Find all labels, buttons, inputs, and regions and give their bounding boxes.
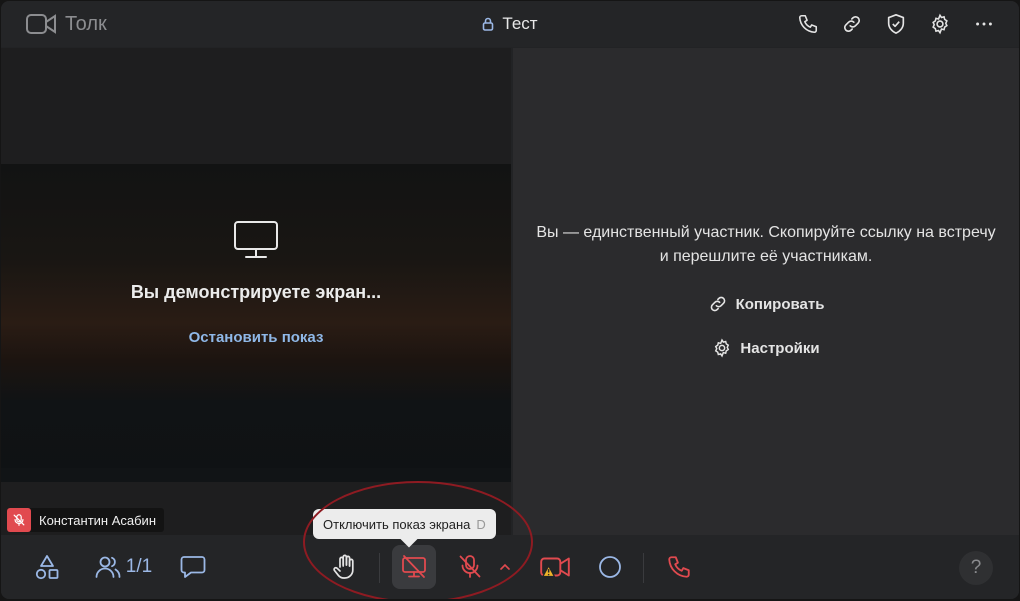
video-camera-icon bbox=[26, 14, 56, 34]
phone-hangup-icon bbox=[668, 556, 690, 578]
invite-panel: Вы — единственный участник. Скопируйте с… bbox=[513, 48, 1019, 535]
record-button[interactable] bbox=[593, 545, 627, 589]
mic-off-icon bbox=[13, 514, 25, 526]
screen-share-off-icon bbox=[402, 555, 426, 578]
toolbar-separator bbox=[379, 553, 380, 583]
app-brand: Толк bbox=[25, 13, 107, 36]
meeting-window: Толк Тест Вы демонстрируете экран... Ост… bbox=[1, 1, 1019, 599]
chat-icon bbox=[180, 556, 206, 578]
security-button[interactable] bbox=[879, 7, 913, 41]
gear-icon bbox=[932, 13, 948, 35]
participants-button[interactable]: 1/1 bbox=[87, 545, 159, 589]
mic-off-icon bbox=[459, 555, 481, 578]
participants-count: 1/1 bbox=[125, 556, 153, 577]
toolbar-separator bbox=[643, 553, 644, 583]
toggle-screen-share-button[interactable] bbox=[392, 545, 436, 589]
alone-message: Вы — единственный участник. Скопируйте с… bbox=[536, 224, 996, 265]
camera-warning-icon bbox=[540, 557, 570, 578]
settings-label: Настройки bbox=[740, 339, 820, 357]
phone-icon bbox=[798, 14, 818, 34]
header-actions bbox=[791, 7, 1001, 41]
raise-hand-button[interactable] bbox=[327, 545, 363, 589]
gear-icon bbox=[715, 338, 730, 358]
participant-name: Константин Асабин bbox=[39, 512, 156, 528]
chat-button[interactable] bbox=[175, 545, 211, 589]
meeting-title[interactable]: Тест bbox=[502, 14, 537, 34]
mic-muted-badge bbox=[7, 508, 31, 532]
header: Толк Тест bbox=[1, 1, 1019, 47]
link-icon bbox=[843, 15, 861, 33]
shield-check-icon bbox=[887, 14, 905, 34]
more-icon bbox=[976, 22, 992, 26]
settings-action[interactable]: Настройки bbox=[712, 338, 820, 358]
copy-link-button[interactable] bbox=[835, 7, 869, 41]
stop-share-link[interactable]: Остановить показ bbox=[189, 329, 324, 346]
help-button[interactable]: ? bbox=[959, 551, 993, 585]
chevron-up-icon bbox=[500, 563, 510, 570]
participant-name-tag: Константин Асабин bbox=[7, 508, 164, 532]
apps-button[interactable] bbox=[29, 545, 65, 589]
settings-button[interactable] bbox=[923, 7, 957, 41]
leave-call-button[interactable] bbox=[661, 545, 697, 589]
people-icon bbox=[95, 556, 121, 578]
copy-link-action[interactable]: Копировать bbox=[708, 294, 825, 314]
tooltip-shortcut: D bbox=[476, 516, 486, 532]
camera-button[interactable] bbox=[535, 545, 575, 589]
call-button[interactable] bbox=[791, 7, 825, 41]
copy-link-label: Копировать bbox=[735, 295, 825, 313]
monitor-icon bbox=[234, 221, 278, 258]
tooltip-text: Отключить показ экрана bbox=[323, 516, 471, 532]
microphone-button[interactable] bbox=[453, 545, 487, 589]
screen-share-pane: Вы демонстрируете экран... Остановить по… bbox=[1, 48, 511, 535]
share-overlay: Вы демонстрируете экран... Остановить по… bbox=[1, 48, 511, 535]
hand-icon bbox=[333, 554, 354, 579]
more-button[interactable] bbox=[967, 7, 1001, 41]
link-icon bbox=[710, 296, 725, 312]
share-status-text: Вы демонстрируете экран... bbox=[130, 282, 382, 302]
bottom-toolbar: 1/1 ? bbox=[1, 535, 1019, 599]
record-icon bbox=[599, 556, 621, 578]
microphone-options-button[interactable] bbox=[495, 545, 515, 589]
shapes-icon bbox=[35, 555, 59, 580]
app-name: Толк bbox=[65, 12, 107, 35]
lock-icon bbox=[483, 17, 494, 31]
stop-share-tooltip: Отключить показ экрана D bbox=[313, 509, 496, 539]
